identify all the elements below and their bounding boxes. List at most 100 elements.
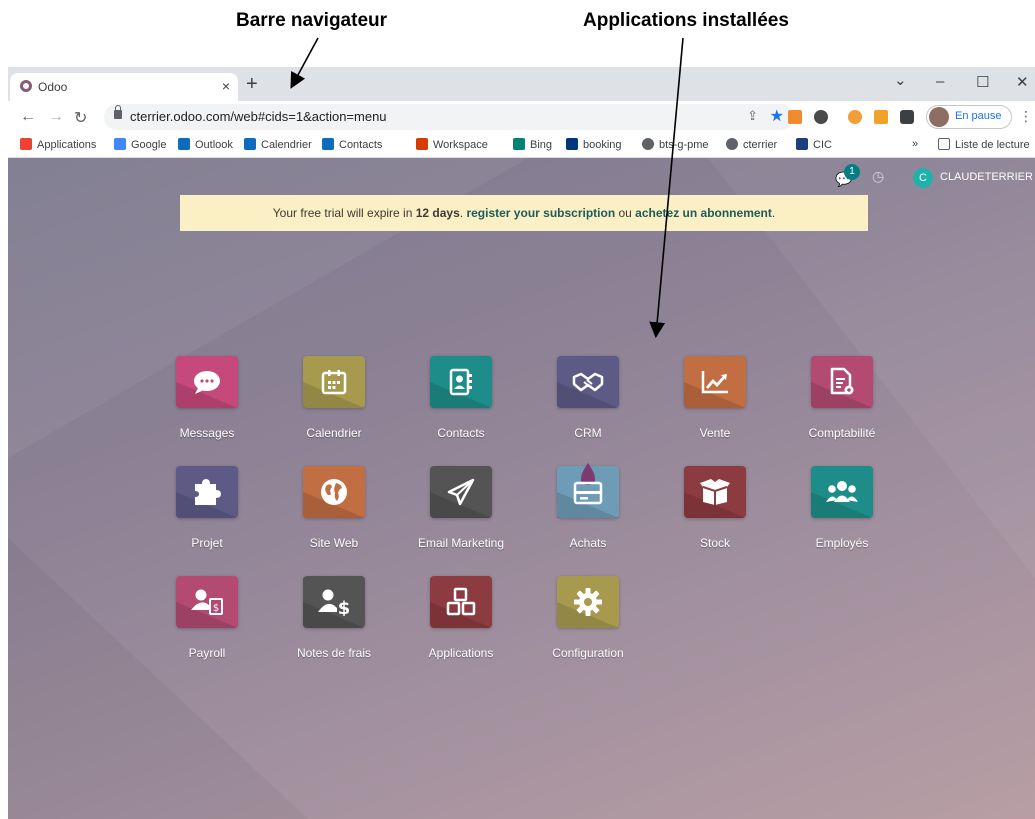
forward-icon[interactable]: → (48, 108, 64, 126)
register-subscription-link[interactable]: register your subscription (466, 206, 615, 220)
trial-days: 12 days (415, 206, 460, 220)
rss-extension-icon[interactable] (788, 110, 802, 124)
bookmark-label: Applications (37, 139, 97, 151)
bookmark-label: Contacts (339, 139, 383, 151)
app-configuration[interactable]: Configuration (533, 576, 643, 660)
app-tile (303, 466, 365, 518)
bookmark-outlook[interactable]: Outlook (178, 138, 233, 151)
workspace-icon (416, 138, 428, 150)
app-site-web[interactable]: Site Web (279, 466, 389, 550)
puzzle-extension-icon[interactable] (814, 110, 828, 124)
minimize-icon[interactable]: – (936, 73, 944, 90)
app-label: Employés (815, 536, 869, 550)
trial-end: . (771, 206, 776, 220)
app-notes-de-frais[interactable]: $ Notes de frais (279, 576, 389, 660)
tab-odoo[interactable]: Odoo × (10, 73, 238, 101)
app-label: CRM (574, 426, 602, 440)
app-tile (811, 466, 873, 518)
activity-clock-icon[interactable]: ◷ (872, 168, 884, 185)
app-stock[interactable]: Stock (660, 466, 770, 550)
app-applications[interactable]: Applications (406, 576, 516, 660)
app-label: Contacts (437, 426, 485, 440)
app-label: Projet (191, 536, 223, 550)
bookmark-bts-g-pme[interactable]: bts-g-pme (642, 138, 709, 151)
contacts-icon (322, 138, 334, 150)
extension-badge-icon[interactable] (848, 110, 862, 124)
profile-avatar (929, 107, 949, 127)
bookmark-applications[interactable]: Applications (20, 138, 96, 151)
back-icon[interactable]: ← (20, 108, 36, 126)
browser-menu-icon[interactable]: ⋮ (1019, 108, 1033, 125)
bookmark-label: Workspace (433, 139, 488, 151)
app-contacts[interactable]: Contacts (406, 356, 516, 440)
outlook-icon (178, 138, 190, 150)
bookmark-star-icon[interactable]: ★ (770, 106, 784, 126)
trial-banner: Your free trial will expire in 12 days. … (180, 195, 868, 231)
profile-status: En pause (955, 110, 1002, 122)
trial-prefix: Your free trial will expire in (272, 206, 416, 220)
app-projet[interactable]: Projet (152, 466, 262, 550)
bookmark-calendrier[interactable]: Calendrier (244, 138, 312, 151)
app-achats[interactable]: Achats (533, 462, 643, 550)
user-avatar[interactable]: C (913, 168, 933, 188)
bookmark-contacts[interactable]: Contacts (322, 138, 382, 151)
app-label: Comptabilité (808, 426, 876, 440)
tab-close-icon[interactable]: × (222, 78, 230, 94)
app-payroll[interactable]: $ Payroll (152, 576, 262, 660)
close-window-icon[interactable]: ✕ (1016, 73, 1029, 91)
app-tile (303, 356, 365, 408)
user-dollar-icon: $ (318, 589, 351, 616)
app-label: Stock (699, 536, 730, 550)
bookmark-cterrier[interactable]: cterrier (726, 138, 777, 151)
annotation-browser-bar: Barre navigateur (236, 10, 388, 31)
bookmark-label: bts-g-pme (659, 139, 709, 151)
calendar-icon (321, 370, 347, 395)
url-text[interactable]: cterrier.odoo.com/web#cids=1&action=menu (130, 109, 387, 124)
app-crm[interactable]: CRM (533, 356, 643, 440)
app-messages[interactable]: Messages (152, 356, 262, 440)
buy-subscription-link[interactable]: achetez un abonnement (635, 206, 772, 220)
handshake-icon (572, 372, 604, 392)
gear-icon (574, 588, 602, 616)
app-calendrier[interactable]: Calendrier (279, 356, 389, 440)
calendar-icon (244, 138, 256, 150)
bookmarks-more-button[interactable]: » (912, 138, 918, 150)
share-icon[interactable]: ⇪ (747, 108, 758, 124)
bookmark-label: Google (131, 139, 167, 151)
bookmark-label: Outlook (195, 139, 233, 151)
bookmarks-bar: Applications Google Outlook Calendrier C… (8, 133, 1035, 158)
apps-grid-icon (20, 138, 32, 150)
bookmark-label: Bing (530, 139, 553, 151)
bookmark-booking[interactable]: booking (566, 138, 622, 151)
lock-icon (114, 105, 122, 119)
app-tile (684, 466, 746, 518)
app-email-marketing[interactable]: Email Marketing (406, 466, 516, 550)
extension-orange-icon[interactable] (874, 110, 888, 124)
svg-text:$: $ (338, 598, 351, 616)
bookmark-label: booking (583, 139, 622, 151)
new-tab-button[interactable]: + (246, 73, 258, 96)
bookmark-workspace[interactable]: Workspace (416, 138, 488, 151)
maximize-icon[interactable]: ☐ (976, 73, 989, 91)
bookmark-cic[interactable]: CIC (796, 138, 832, 151)
paper-plane-icon (447, 478, 475, 506)
reading-list-icon (938, 138, 950, 150)
app-employes[interactable]: Employés (787, 466, 897, 550)
url-omnibox[interactable]: cterrier.odoo.com/web#cids=1&action=menu… (104, 104, 794, 130)
odoo-favicon-icon (20, 80, 32, 92)
browser-window: Odoo × + ⌄ – ☐ ✕ ← → ↻ cterrier.odoo.com… (8, 67, 1035, 819)
reload-icon[interactable]: ↻ (74, 108, 87, 128)
bookmark-google[interactable]: Google (114, 138, 166, 151)
user-name[interactable]: CLAUDETERRIER (940, 171, 1033, 183)
reading-list-button[interactable]: Liste de lecture (938, 138, 1030, 151)
extensions-menu-icon[interactable] (900, 110, 914, 124)
app-label: Calendrier (306, 426, 362, 440)
profile-button[interactable]: En pause (926, 105, 1012, 129)
app-vente[interactable]: Vente (660, 356, 770, 440)
bookmark-label: cterrier (743, 139, 778, 151)
app-label: Site Web (309, 536, 359, 550)
tab-search-icon[interactable]: ⌄ (894, 71, 907, 89)
bookmark-bing[interactable]: Bing (513, 138, 552, 151)
app-comptabilite[interactable]: Comptabilité (787, 356, 897, 440)
app-label: Email Marketing (417, 536, 505, 550)
